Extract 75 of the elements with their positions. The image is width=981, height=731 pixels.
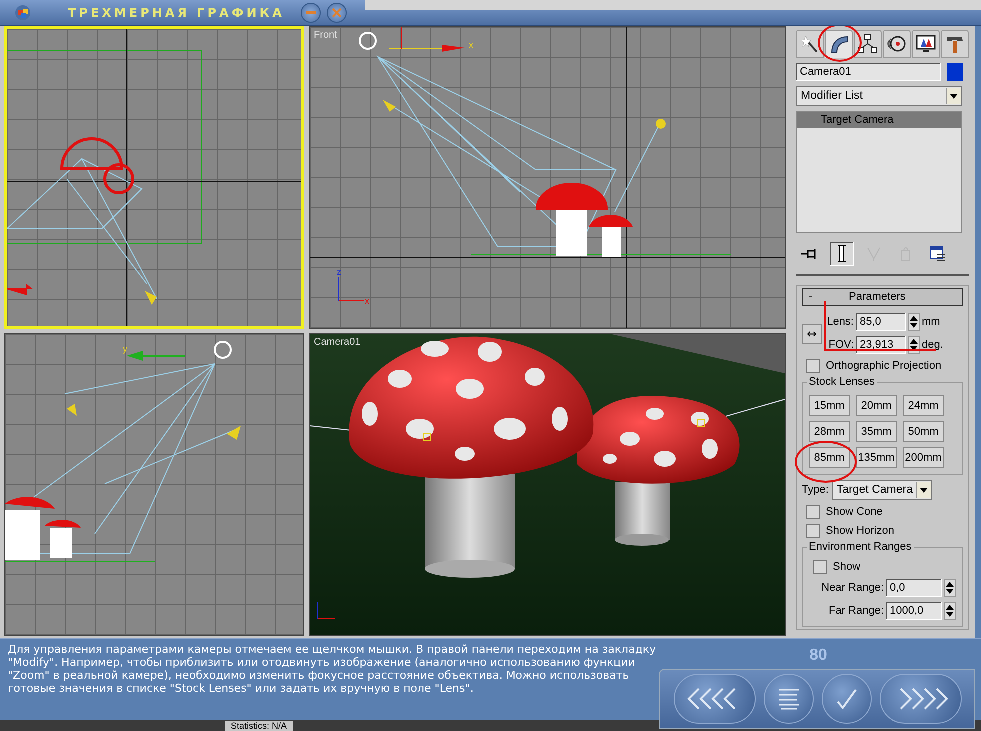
list-icon: [777, 687, 801, 711]
spinner-arrows-icon[interactable]: [944, 579, 956, 597]
spinner-arrows-icon[interactable]: [908, 313, 920, 331]
bar-icon: [837, 245, 847, 263]
lens-preset-button[interactable]: 28mm: [809, 421, 850, 442]
close-button[interactable]: [326, 2, 347, 22]
viewport-label: Front: [314, 30, 338, 41]
lens-label: Lens:: [826, 316, 854, 328]
bent-pipe-icon: [829, 34, 849, 54]
lens-preset-button[interactable]: 35mm: [856, 421, 897, 442]
axis-label: x: [365, 296, 370, 306]
axis-label: x: [469, 40, 474, 50]
close-icon: [332, 8, 342, 18]
lens-preset-button[interactable]: 200mm: [903, 447, 944, 468]
orthographic-checkbox[interactable]: Orthographic Projection: [802, 359, 963, 373]
nav-button[interactable]: [674, 674, 756, 724]
lens-preset-button[interactable]: 135mm: [856, 447, 897, 468]
minimize-button[interactable]: [300, 2, 321, 22]
hammer-icon: [945, 34, 965, 54]
fov-label: FOV:: [828, 339, 854, 351]
group-title: Stock Lenses: [807, 376, 878, 388]
description-text: Для управления параметрами камеры отмечаем ее щелчком мышки. В правой панели переходим на закладку "Modify". Например, чтобы приблизить или отодвинуть изображение (аналогично использованию функции "Zoom" в реальной камере), необходимо изменить фокусное расстояние объектива. Можно использовать готовые значения в списке "Stock Lenses" или задать их вручную в поле "Lens".: [7, 642, 658, 697]
wheel-icon: [887, 34, 907, 54]
panel-tab[interactable]: [912, 30, 940, 58]
lens-preset-button[interactable]: 85mm: [809, 447, 850, 468]
stack-tool-button[interactable]: [830, 242, 854, 266]
object-name-field[interactable]: Camera01: [796, 63, 941, 81]
window-title: ТРЕХМЕРНАЯ ГРАФИКА: [68, 6, 285, 20]
spinner-arrows-icon[interactable]: [944, 602, 956, 620]
nav-button[interactable]: [880, 674, 962, 724]
star-wand-icon: [800, 34, 820, 54]
object-color-swatch[interactable]: [947, 63, 963, 81]
far-range-label: Far Range:: [828, 605, 884, 617]
modifier-list-dropdown[interactable]: Modifier List: [796, 86, 962, 106]
lens-unit: mm: [922, 316, 940, 328]
rollout-title: Parameters: [849, 291, 906, 303]
viewport[interactable]: Camera01: [309, 333, 786, 636]
hierarchy-icon: [858, 34, 878, 54]
lens-preset-button[interactable]: 50mm: [903, 421, 944, 442]
minimize-icon: [306, 10, 316, 14]
type-label: Type:: [802, 484, 829, 496]
group-title: Environment Ranges: [807, 541, 914, 553]
lens-preset-button[interactable]: 24mm: [903, 395, 944, 416]
nav-button[interactable]: [822, 674, 872, 724]
stack-item[interactable]: Target Camera: [797, 112, 961, 128]
panel-tab[interactable]: [883, 30, 911, 58]
lens-preset-button[interactable]: 15mm: [809, 395, 850, 416]
monitor-icon: [916, 34, 936, 54]
panel-tab[interactable]: [796, 30, 824, 58]
near-range-field[interactable]: 0,0: [886, 579, 942, 597]
viewport-label: Camera01: [314, 337, 361, 348]
show-horizon-checkbox[interactable]: Show Horizon: [802, 524, 963, 538]
camera-type-dropdown[interactable]: Target Camera: [832, 480, 932, 500]
fov-unit: deg.: [922, 339, 944, 351]
nav-button[interactable]: [764, 674, 814, 724]
show-cone-checkbox[interactable]: Show Cone: [802, 505, 963, 519]
fov-direction-button[interactable]: ↔: [802, 324, 822, 344]
collapse-sign: -: [809, 291, 814, 303]
near-range-label: Near Range:: [822, 582, 884, 594]
pin-icon: [800, 248, 818, 260]
cubes-icon: [14, 4, 32, 20]
show-ranges-checkbox[interactable]: Show: [809, 560, 956, 574]
rollout-header[interactable]: - Parameters: [802, 288, 963, 306]
page-number: 80: [810, 647, 828, 665]
axis-label: y: [123, 344, 128, 354]
statistics-text: Statistics: N/A: [225, 721, 294, 731]
lens-field[interactable]: 85,0: [856, 313, 906, 331]
configure-icon: [930, 246, 946, 262]
panel-tab[interactable]: [854, 30, 882, 58]
lens-preset-button[interactable]: 20mm: [856, 395, 897, 416]
panel-tab[interactable]: [825, 30, 853, 58]
checkmark-icon: [835, 687, 859, 711]
far-range-field[interactable]: 1000,0: [886, 602, 942, 620]
axis-label: z: [337, 267, 342, 277]
panel-tab[interactable]: [941, 30, 969, 58]
